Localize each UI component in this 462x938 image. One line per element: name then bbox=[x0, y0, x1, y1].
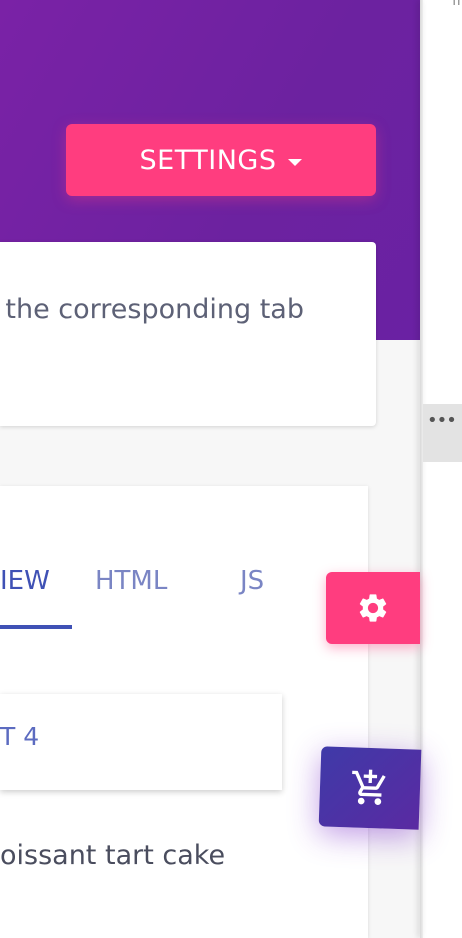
tab-html[interactable]: HTML bbox=[95, 566, 167, 596]
panel-divider[interactable] bbox=[420, 0, 423, 938]
settings-button[interactable]: SETTINGS bbox=[66, 124, 376, 196]
info-card-text: the corresponding tab bbox=[5, 294, 304, 325]
description-text: oissant tart cake bbox=[0, 840, 226, 871]
settings-fab-button[interactable] bbox=[326, 572, 420, 644]
info-card: the corresponding tab bbox=[0, 242, 376, 426]
cart-plus-icon bbox=[352, 769, 386, 805]
settings-button-label: SETTINGS bbox=[139, 144, 277, 176]
right-panel bbox=[423, 0, 462, 938]
inner-card[interactable]: T 4 bbox=[0, 694, 282, 790]
inner-card-text: T 4 bbox=[0, 722, 40, 751]
gear-icon bbox=[359, 594, 387, 622]
cart-fab-button[interactable] bbox=[318, 746, 422, 830]
scroll-mark: ıı bbox=[452, 0, 461, 9]
tab-js[interactable]: JS bbox=[240, 566, 264, 596]
tab-view[interactable]: IEW bbox=[0, 566, 50, 596]
active-tab-indicator bbox=[0, 625, 72, 629]
caret-down-icon bbox=[288, 158, 303, 166]
more-options-icon[interactable]: ••• bbox=[427, 410, 457, 431]
